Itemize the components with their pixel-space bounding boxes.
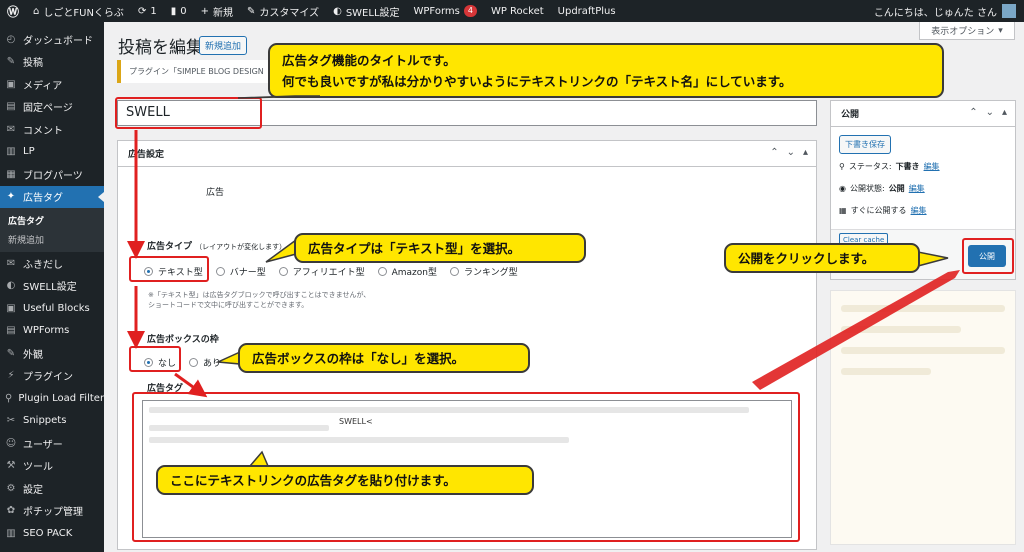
pointer-textarea bbox=[248, 450, 270, 467]
callout-textarea: ここにテキストリンクの広告タグを貼り付けます。 bbox=[156, 465, 534, 495]
callout-type: 広告タイプは「テキスト型」を選択。 bbox=[294, 233, 586, 263]
callout-frame: 広告ボックスの枠は「なし」を選択。 bbox=[238, 343, 530, 373]
callout-publish: 公開をクリックします。 bbox=[724, 243, 920, 273]
pointer-frame bbox=[215, 350, 241, 365]
pointer-type bbox=[265, 238, 297, 263]
pointer-title bbox=[237, 95, 321, 99]
pointer-publish bbox=[917, 251, 949, 267]
